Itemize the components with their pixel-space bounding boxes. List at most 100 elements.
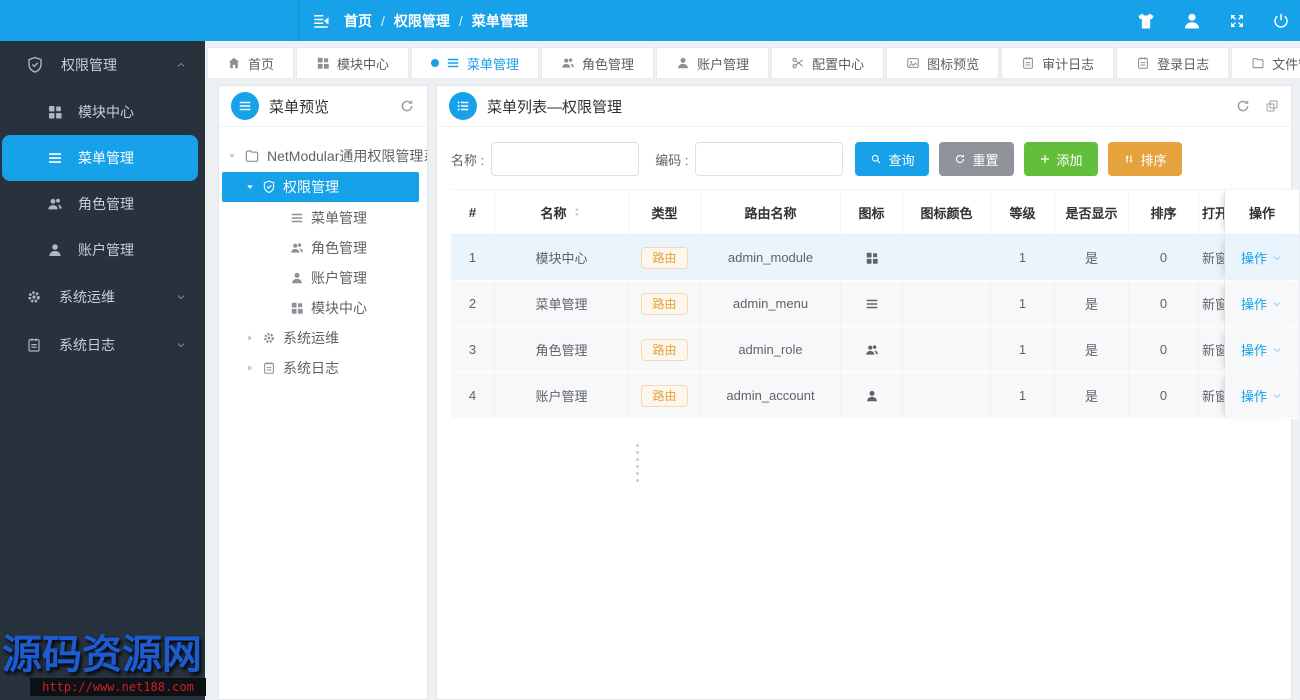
cell-sort: 0 — [1129, 235, 1199, 281]
topbar-divider — [298, 0, 299, 41]
panel-resize-grip[interactable] — [636, 444, 639, 482]
reset-button[interactable]: 重置 — [939, 142, 1014, 176]
grid-icon — [47, 104, 63, 120]
table-row[interactable]: 4 账户管理 路由 admin_account 1 是 0 新窗口 — [451, 373, 1299, 419]
tree-node-system-logs[interactable]: 系统日志 — [219, 353, 427, 383]
operations-dropdown[interactable]: 操作 — [1241, 340, 1283, 359]
tree-node-module[interactable]: 模块中心 — [219, 293, 427, 323]
sidebar-item-system-logs[interactable]: 系统日志 — [0, 321, 205, 369]
breadcrumb-menu[interactable]: 菜单管理 — [472, 11, 528, 31]
tree-node-system-ops[interactable]: 系统运维 — [219, 323, 427, 353]
caret-down-icon[interactable] — [227, 151, 237, 161]
col-icon-color: 图标颜色 — [903, 189, 991, 235]
tab-config-center[interactable]: 配置中心 — [771, 47, 885, 79]
tree-node-account[interactable]: 账户管理 — [219, 263, 427, 293]
sidebar-item-menu-management[interactable]: 菜单管理 — [2, 135, 198, 181]
tab-label: 角色管理 — [582, 56, 635, 72]
chevron-down-icon — [175, 339, 187, 351]
caret-right-icon[interactable] — [245, 363, 255, 373]
refresh-icon[interactable] — [399, 98, 415, 114]
tab-module-center[interactable]: 模块中心 — [296, 47, 410, 79]
home-icon — [227, 56, 241, 70]
tree-node-label: NetModular通用权限管理系统 — [267, 148, 427, 164]
user-icon — [47, 242, 63, 258]
name-filter-input[interactable] — [491, 142, 640, 176]
theme-tshirt-icon[interactable] — [1136, 11, 1156, 31]
menu-fold-icon[interactable] — [312, 12, 330, 30]
users-icon — [290, 241, 304, 255]
tab-icon-preview[interactable]: 图标预览 — [886, 47, 1000, 79]
tree-node-menu[interactable]: 菜单管理 — [219, 203, 427, 233]
table-row[interactable]: 2 菜单管理 路由 admin_menu 1 是 0 新窗口 — [451, 281, 1299, 327]
cell-index: 2 — [451, 281, 495, 327]
add-button[interactable]: 添加 — [1023, 142, 1098, 176]
tab-menu-management[interactable]: 菜单管理 — [411, 47, 540, 79]
tab-home[interactable]: 首页 — [207, 47, 295, 79]
query-button[interactable]: 查询 — [855, 142, 930, 176]
refresh-icon — [954, 153, 966, 165]
cell-visible: 是 — [1055, 235, 1129, 281]
tab-login-log[interactable]: 登录日志 — [1116, 47, 1230, 79]
tree-node-root[interactable]: NetModular通用权限管理系统 — [219, 141, 427, 171]
code-filter-label: 编码 : — [655, 152, 689, 168]
fullscreen-icon[interactable] — [1228, 12, 1246, 30]
sidebar-item-system-ops[interactable]: 系统运维 — [0, 273, 205, 321]
code-filter-input[interactable] — [695, 142, 844, 176]
menu-list-panel: 菜单列表—权限管理 名称 : 编码 : 查询 重置 添加 排序 # 名称 类型 … — [436, 85, 1299, 700]
col-sort: 排序 — [1129, 189, 1199, 235]
folder-icon — [244, 148, 260, 164]
table-wrap: # 名称 类型 路由名称 图标 图标颜色 等级 是否显示 排序 打 操作 1 模… — [437, 189, 1299, 419]
caret-right-icon[interactable] — [245, 333, 255, 343]
shield-check-icon — [26, 56, 44, 74]
user-icon[interactable] — [1182, 11, 1202, 31]
breadcrumb-permission[interactable]: 权限管理 — [394, 11, 450, 31]
tree-node-permission-selected[interactable]: 权限管理 — [222, 172, 419, 202]
breadcrumb-separator: / — [458, 12, 463, 29]
refresh-icon[interactable] — [1235, 98, 1251, 114]
tab-account-management[interactable]: 账户管理 — [656, 47, 770, 79]
tree-node-role[interactable]: 角色管理 — [219, 233, 427, 263]
col-icon: 图标 — [841, 189, 903, 235]
menu-circle-icon — [231, 92, 259, 120]
operations-dropdown[interactable]: 操作 — [1241, 248, 1283, 267]
menu-tree: NetModular通用权限管理系统 权限管理 菜单管理 角色管理 — [219, 127, 427, 383]
user-icon — [841, 389, 902, 403]
sidebar-item-role-management[interactable]: 角色管理 — [0, 181, 205, 227]
tab-file-management[interactable]: 文件管理 — [1231, 47, 1300, 79]
cell-visible: 是 — [1055, 373, 1129, 419]
menu-icon — [47, 150, 63, 166]
log-icon — [262, 361, 276, 375]
cell-name: 角色管理 — [495, 327, 629, 373]
sidebar-item-permission-group[interactable]: 权限管理 — [0, 41, 205, 89]
menu-preview-panel: 菜单预览 NetModular通用权限管理系统 权限管理 — [218, 85, 428, 700]
cell-icon — [841, 373, 903, 419]
tab-label: 文件管理 — [1272, 56, 1300, 72]
sidebar-item-account-management[interactable]: 账户管理 — [0, 227, 205, 273]
cell-route: admin_role — [701, 327, 841, 373]
table-row[interactable]: 1 模块中心 路由 admin_module 1 是 0 新窗口 — [451, 235, 1299, 281]
cell-type: 路由 — [629, 235, 701, 281]
sidebar-item-module-center[interactable]: 模块中心 — [0, 89, 205, 135]
route-tag: 路由 — [641, 338, 688, 361]
col-name: 名称 — [495, 189, 629, 235]
breadcrumb-home[interactable]: 首页 — [344, 11, 372, 31]
tab-label: 模块中心 — [337, 56, 390, 72]
power-icon[interactable] — [1272, 12, 1290, 30]
fullscreen-copy-icon[interactable] — [1265, 99, 1279, 113]
sort-button[interactable]: 排序 — [1107, 142, 1182, 176]
table-row[interactable]: 3 角色管理 路由 admin_role 1 是 0 新窗口 — [451, 327, 1299, 373]
search-icon — [870, 153, 882, 165]
sidebar-item-label: 系统运维 — [59, 289, 115, 305]
operations-dropdown[interactable]: 操作 — [1241, 294, 1283, 313]
caret-down-icon[interactable] — [245, 182, 255, 192]
col-type: 类型 — [629, 189, 701, 235]
panels: 菜单预览 NetModular通用权限管理系统 权限管理 — [205, 79, 1300, 700]
name-sort-toggle[interactable]: 名称 — [540, 203, 582, 222]
operations-dropdown[interactable]: 操作 — [1241, 386, 1283, 405]
cell-route: admin_menu — [701, 281, 841, 327]
col-visible: 是否显示 — [1055, 189, 1129, 235]
tab-audit-log[interactable]: 审计日志 — [1001, 47, 1115, 79]
log-icon — [1021, 56, 1035, 70]
sidebar-item-label: 账户管理 — [78, 242, 134, 258]
tab-role-management[interactable]: 角色管理 — [541, 47, 655, 79]
